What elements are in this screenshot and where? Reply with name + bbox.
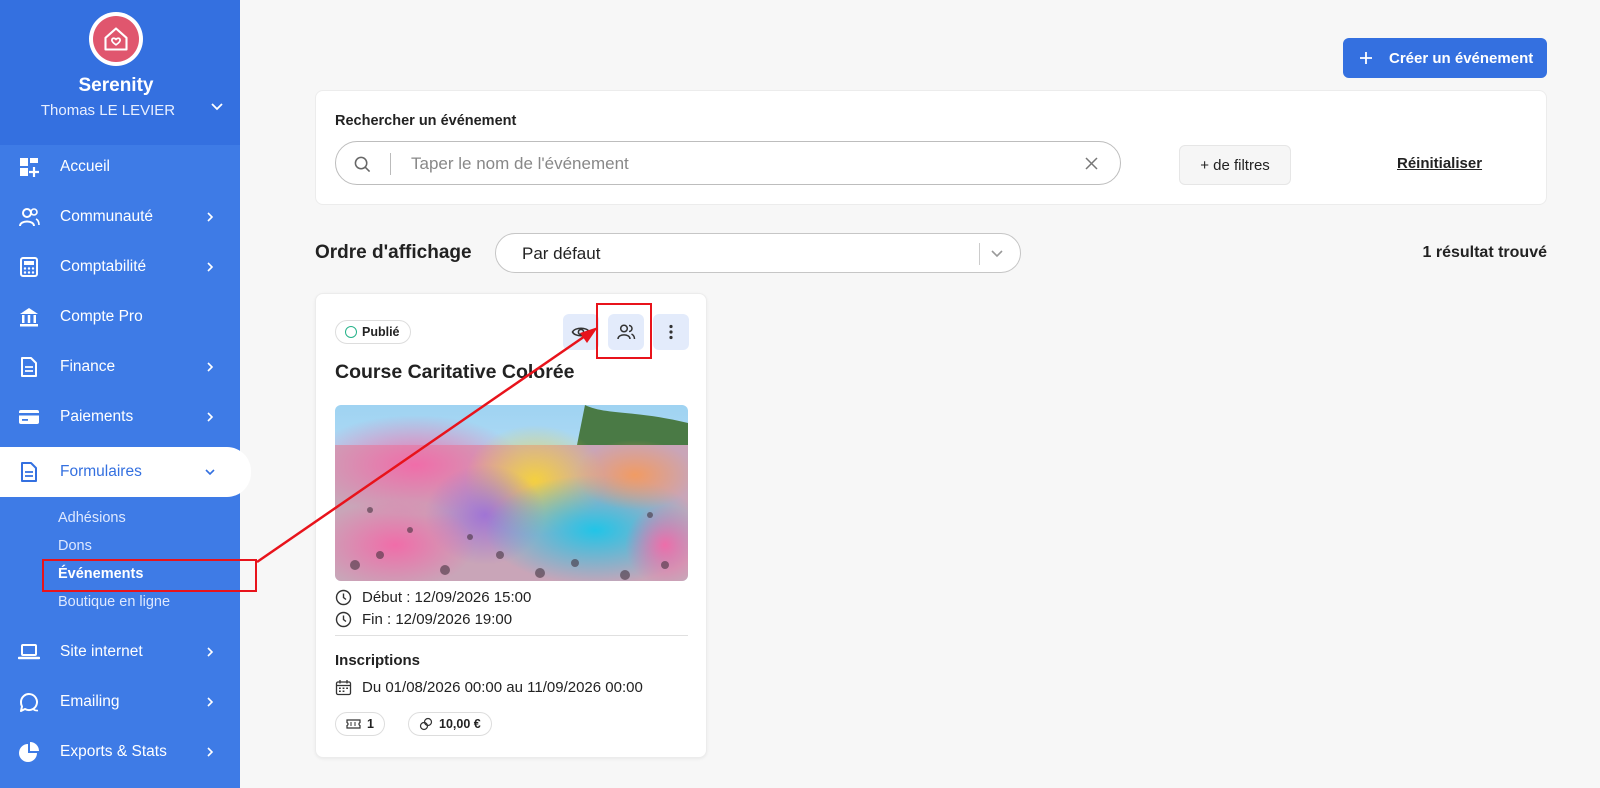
pie-chart-icon (19, 742, 39, 762)
nav-item-site-internet[interactable]: Site internet (0, 630, 240, 674)
create-event-label: Créer un événement (1389, 49, 1534, 67)
registrations-period: Du 01/08/2026 00:00 au 11/09/2026 00:00 (362, 679, 643, 696)
order-selected-value: Par défaut (522, 244, 601, 263)
chevron-down-icon (991, 250, 1003, 258)
more-options-button[interactable] (653, 314, 689, 350)
org-name: Serenity (78, 75, 154, 96)
status-label: Publié (362, 325, 400, 339)
nav-label: Paiements (60, 408, 134, 425)
color-run-photo (335, 405, 688, 581)
laptop-icon (18, 644, 40, 660)
registrations-title: Inscriptions (335, 652, 421, 669)
users-icon (617, 324, 636, 340)
event-start-row: Début : 12/09/2026 15:00 (335, 589, 531, 606)
org-user-name: Thomas LE LEVIER (40, 102, 176, 119)
nav-item-communaute[interactable]: Communauté (0, 195, 240, 239)
search-input[interactable] (411, 152, 1051, 176)
chevron-right-icon (207, 647, 214, 657)
coins-icon (419, 717, 433, 731)
chevron-right-icon (207, 362, 214, 372)
subnav-item-dons[interactable]: Dons (58, 538, 92, 554)
nav-label: Exports & Stats (60, 743, 167, 760)
nav-item-emailing[interactable]: Emailing (0, 680, 240, 724)
nav-label: Communauté (60, 208, 154, 225)
subnav-item-adhesions[interactable]: Adhésions (58, 510, 126, 526)
form-icon (21, 462, 37, 482)
nav-item-compte-pro[interactable]: Compte Pro (0, 295, 240, 339)
order-select[interactable]: Par défaut (495, 233, 1021, 273)
bank-icon (20, 308, 38, 327)
eye-icon (571, 327, 591, 337)
nav-label: Compte Pro (60, 308, 143, 325)
chat-icon (19, 693, 39, 712)
participants-button[interactable] (608, 314, 644, 350)
calculator-icon (20, 257, 38, 277)
chevron-right-icon (207, 697, 214, 707)
card-icon (19, 410, 39, 424)
select-separator (979, 243, 980, 265)
nav-item-exports-stats[interactable]: Exports & Stats (0, 730, 240, 774)
chevron-down-icon[interactable] (210, 99, 224, 113)
search-icon (354, 156, 371, 173)
document-icon (21, 357, 37, 377)
nav-item-finance[interactable]: Finance (0, 345, 240, 389)
event-image (335, 405, 688, 581)
tickets-pill: 1 (335, 712, 385, 736)
order-label: Ordre d'affichage (315, 242, 472, 263)
clock-icon (335, 589, 352, 606)
tickets-count: 1 (367, 717, 374, 731)
house-heart-icon (104, 27, 128, 51)
nav-item-formulaires[interactable]: Formulaires (0, 447, 251, 497)
event-end-row: Fin : 12/09/2026 19:00 (335, 611, 512, 628)
subnav-item-boutique[interactable]: Boutique en ligne (58, 594, 170, 610)
status-dot-icon (345, 326, 357, 338)
more-vertical-icon (669, 324, 673, 340)
event-title[interactable]: Course Caritative Colorée (335, 361, 575, 384)
search-box (335, 141, 1121, 185)
calendar-icon (335, 680, 352, 696)
chevron-right-icon (207, 262, 214, 272)
sidebar: Serenity Thomas LE LEVIER Accueil Commun… (0, 0, 251, 788)
search-card: Rechercher un événement + de filtres Réi… (315, 90, 1547, 205)
subnav-item-evenements[interactable]: Événements (58, 566, 143, 582)
chevron-right-icon (207, 412, 214, 422)
reset-link[interactable]: Réinitialiser (1397, 155, 1482, 172)
registrations-period-row: Du 01/08/2026 00:00 au 11/09/2026 00:00 (335, 679, 643, 696)
price-value: 10,00 € (439, 717, 481, 731)
more-filters-button[interactable]: + de filtres (1179, 145, 1291, 185)
clock-icon (335, 611, 352, 628)
chevron-right-icon (207, 212, 214, 222)
search-separator (390, 153, 391, 175)
status-badge: Publié (335, 320, 411, 344)
event-end: Fin : 12/09/2026 19:00 (362, 611, 513, 628)
preview-button[interactable] (563, 314, 599, 350)
nav-item-accueil[interactable]: Accueil (0, 145, 240, 189)
event-card[interactable]: Publié Course Caritative Colorée Début:… (315, 293, 707, 758)
nav-label: Finance (60, 358, 116, 375)
nav-label: Accueil (60, 158, 110, 175)
chevron-right-icon (207, 747, 214, 757)
nav-label: Comptabilité (60, 258, 147, 275)
nav-item-comptabilite[interactable]: Comptabilité (0, 245, 240, 289)
ticket-icon (346, 719, 361, 729)
event-start: Début : 12/09/2026 15:00 (362, 589, 532, 606)
community-icon (19, 208, 40, 227)
plus-icon (1360, 52, 1372, 64)
chevron-down-icon (205, 469, 215, 476)
nav-label: Formulaires (60, 463, 142, 480)
dashboard-icon (20, 158, 39, 177)
price-pill: 10,00 € (408, 712, 492, 736)
create-event-button[interactable]: Créer un événement (1343, 38, 1547, 78)
nav-item-paiements[interactable]: Paiements (0, 395, 240, 439)
search-title: Rechercher un événement (335, 113, 517, 129)
card-divider (335, 635, 688, 636)
nav-label: Emailing (60, 693, 120, 710)
close-icon[interactable] (1085, 157, 1098, 170)
org-switcher[interactable]: Serenity Thomas LE LEVIER (0, 0, 240, 145)
nav-label: Site internet (60, 643, 143, 660)
result-count: 1 résultat trouvé (1422, 244, 1547, 261)
org-logo (89, 12, 143, 66)
